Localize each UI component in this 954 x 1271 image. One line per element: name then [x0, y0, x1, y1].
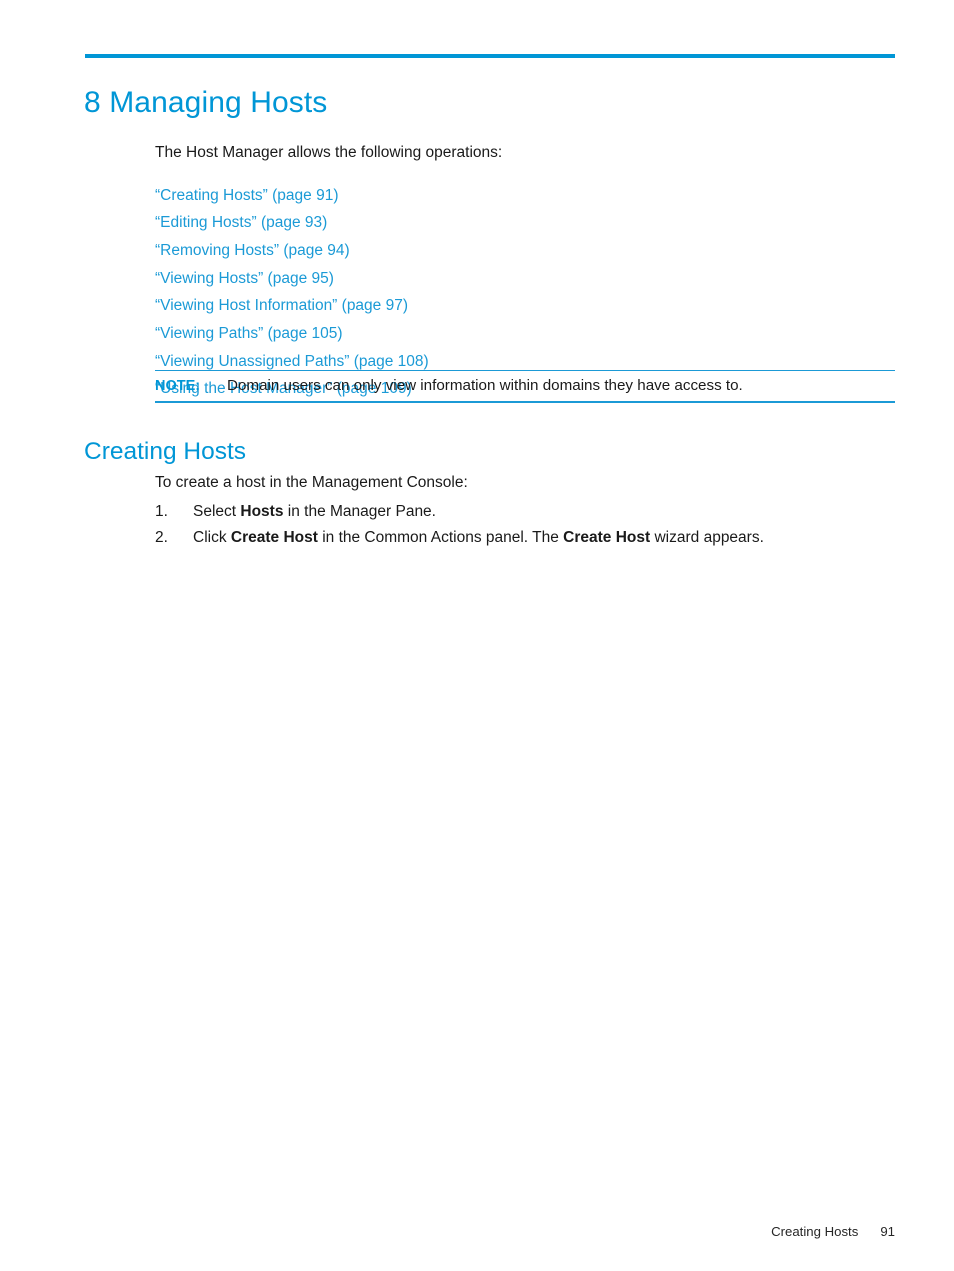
- step-text-post: in the Manager Pane.: [283, 502, 436, 520]
- chapter-divider-rule: [85, 54, 895, 58]
- procedure-section: To create a host in the Management Conso…: [155, 454, 895, 552]
- procedure-intro: To create a host in the Management Conso…: [155, 473, 468, 491]
- note-label: NOTE:: [155, 378, 201, 395]
- step-emphasis-hosts: Hosts: [240, 502, 284, 520]
- note-content: NOTE: Domain users can only view informa…: [155, 371, 895, 401]
- step-body: Select Hosts in the Manager Pane.: [193, 499, 895, 526]
- page-title: 8 Managing Hosts: [84, 86, 328, 120]
- document-page: 8 Managing Hosts The Host Manager allows…: [0, 0, 954, 1271]
- xref-link-viewing-paths[interactable]: “Viewing Paths” (page 105): [155, 320, 895, 348]
- xref-link-creating-hosts[interactable]: “Creating Hosts” (page 91): [155, 182, 895, 210]
- footer-page-number: 91: [880, 1224, 895, 1239]
- note-text: Domain users can only view information w…: [227, 377, 743, 395]
- intro-section: The Host Manager allows the following op…: [155, 123, 895, 403]
- step-result-post: wizard appears.: [650, 529, 764, 546]
- xref-link-viewing-host-information[interactable]: “Viewing Host Information” (page 97): [155, 292, 895, 320]
- step-result-pre: The: [532, 529, 564, 546]
- step-text-pre: Click: [193, 529, 231, 546]
- page-footer: Creating Hosts 91: [0, 1224, 895, 1239]
- note-admonition: NOTE: Domain users can only view informa…: [155, 370, 895, 403]
- step-text: Click Create Host in the Common Actions …: [193, 529, 528, 546]
- step-emphasis-create-host: Create Host: [230, 529, 318, 546]
- step-text-pre: Select: [193, 502, 241, 520]
- xref-link-editing-hosts[interactable]: “Editing Hosts” (page 93): [155, 209, 895, 237]
- procedure-step-list: 1. Select Hosts in the Manager Pane. 2. …: [155, 499, 895, 552]
- step-body: Click Create Host in the Common Actions …: [193, 525, 895, 552]
- procedure-step: 2. Click Create Host in the Common Actio…: [155, 525, 895, 552]
- procedure-step: 1. Select Hosts in the Manager Pane.: [155, 499, 895, 526]
- intro-paragraph: The Host Manager allows the following op…: [155, 143, 503, 161]
- step-text-post: in the Common Actions panel.: [317, 529, 529, 546]
- step-result-emphasis-create-host: Create Host: [563, 529, 651, 546]
- xref-link-viewing-hosts[interactable]: “Viewing Hosts” (page 95): [155, 265, 895, 293]
- step-result-text: The Create Host wizard appears.: [532, 529, 764, 546]
- step-number: 2.: [155, 529, 168, 546]
- step-text: Select Hosts in the Manager Pane.: [193, 503, 436, 520]
- note-bottom-rule: [155, 401, 895, 403]
- footer-section-name: Creating Hosts: [771, 1224, 859, 1239]
- xref-link-removing-hosts[interactable]: “Removing Hosts” (page 94): [155, 237, 895, 265]
- step-number: 1.: [155, 502, 168, 520]
